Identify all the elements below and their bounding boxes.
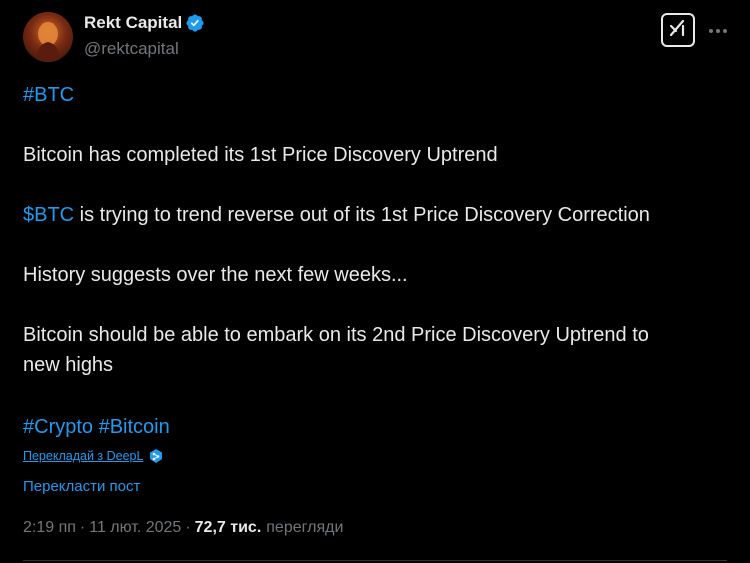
divider: [23, 560, 727, 561]
hashtag-btc[interactable]: #BTC: [23, 84, 74, 106]
verified-badge-icon: [185, 13, 205, 33]
post-text-line: $BTC is trying to trend reverse out of i…: [23, 200, 650, 230]
deepl-translate-link[interactable]: Перекладай з DeepL: [23, 449, 143, 463]
meta-separator: ·: [185, 519, 191, 536]
post-text-span: is trying to trend reverse out of its 1s…: [74, 204, 650, 226]
post-text-hashtag-line: #BTC: [23, 80, 74, 110]
avatar[interactable]: [23, 12, 73, 62]
post-text-line: Bitcoin has completed its 1st Price Disc…: [23, 144, 498, 166]
post-text-line: new highs: [23, 354, 114, 376]
more-options-button[interactable]: [706, 18, 730, 42]
more-horizontal-icon: [708, 21, 728, 39]
author-name-row[interactable]: Rekt Capital: [84, 13, 205, 33]
grok-button[interactable]: [661, 13, 695, 47]
meta-separator: ·: [79, 519, 86, 536]
post-time[interactable]: 2:19 пп: [23, 519, 76, 537]
author-handle[interactable]: @rektcapital: [84, 39, 179, 59]
views-count: 72,7 тис.: [194, 519, 262, 536]
author-name[interactable]: Rekt Capital: [84, 13, 182, 33]
post-meta: 2:19 пп · 11 лют. 2025 · 72,7 тис. перег…: [23, 519, 343, 537]
deepl-icon: [148, 448, 164, 464]
post-text-line: Bitcoin should be able to embark on its …: [23, 324, 649, 346]
deepl-translate-row: Перекладай з DeepL: [23, 448, 164, 464]
grok-icon: [667, 17, 689, 44]
cashtag-btc[interactable]: $BTC: [23, 204, 74, 226]
views-label: перегляди: [266, 519, 344, 536]
tweet-post: Rekt Capital @rektcapital #BTC Bitcoin h…: [0, 0, 750, 563]
hashtag-crypto[interactable]: #Crypto: [23, 416, 93, 438]
hashtag-bitcoin[interactable]: #Bitcoin: [99, 416, 170, 438]
post-date[interactable]: 11 лют. 2025: [89, 519, 181, 537]
post-text-line: History suggests over the next few weeks…: [23, 264, 408, 286]
post-hashtags: #Crypto #Bitcoin: [23, 412, 170, 442]
translate-post-link[interactable]: Перекласти пост: [23, 478, 140, 495]
